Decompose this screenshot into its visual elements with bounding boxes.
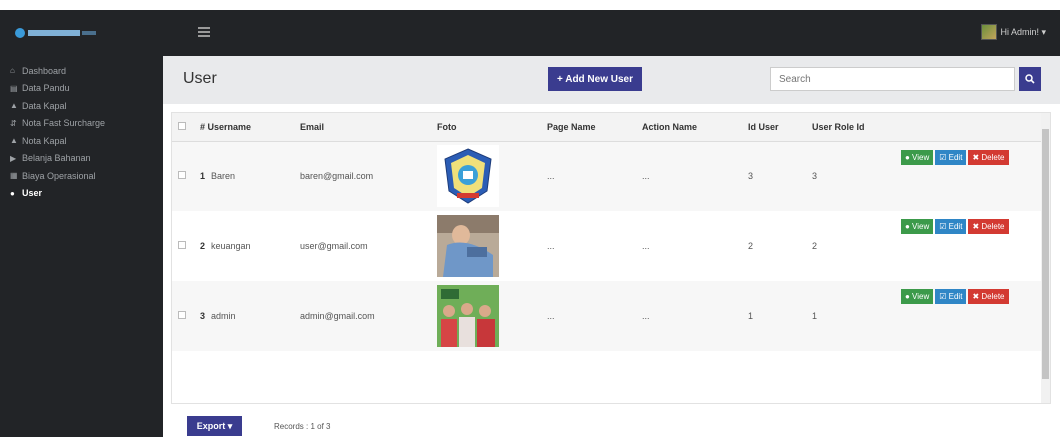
user-table: # Username Email Foto Page Name Action N… bbox=[171, 112, 1051, 404]
role-id-cell: 2 bbox=[812, 241, 818, 251]
row-checkbox[interactable] bbox=[178, 311, 186, 319]
col-username[interactable]: # Username bbox=[194, 113, 294, 142]
scrollbar-thumb[interactable] bbox=[1042, 129, 1049, 379]
view-button[interactable]: ● View bbox=[901, 289, 934, 304]
col-user-role-id[interactable]: User Role Id bbox=[806, 113, 901, 142]
edit-button[interactable]: ☑ Edit bbox=[935, 219, 967, 234]
select-all-header[interactable] bbox=[172, 113, 194, 142]
menu-toggle-icon[interactable] bbox=[198, 27, 210, 38]
user-menu-label: Hi Admin! ▾ bbox=[1000, 26, 1046, 37]
user-menu[interactable]: Hi Admin! ▾ bbox=[981, 23, 1046, 41]
main-content: User + Add New User # Username Email Fot… bbox=[163, 56, 1060, 437]
edit-button[interactable]: ☑ Edit bbox=[935, 149, 967, 165]
sidebar-item-biaya-operasional[interactable]: ▦ Biaya Operasional bbox=[0, 167, 163, 185]
sidebar-item-label: User bbox=[22, 188, 43, 199]
sidebar-item-data-pandu[interactable]: ▤ Data Pandu bbox=[0, 80, 163, 98]
sidebar-item-label: Data Kapal bbox=[22, 100, 67, 111]
page-title: User bbox=[183, 70, 217, 87]
sidebar-item-label: Nota Kapal bbox=[22, 135, 67, 146]
action-name-cell: ... bbox=[642, 311, 650, 321]
table-row: 1 Baren baren@gmail.com ... ... 3 3 ● Vi… bbox=[172, 141, 1050, 211]
delete-button[interactable]: ✖ Delete bbox=[968, 289, 1009, 304]
col-page-name[interactable]: Page Name bbox=[541, 113, 636, 142]
col-foto[interactable]: Foto bbox=[431, 113, 541, 142]
sidebar-item-dashboard[interactable]: ⌂ Dashboard bbox=[0, 62, 163, 80]
select-all-checkbox[interactable] bbox=[178, 121, 186, 130]
user-photo-person[interactable] bbox=[437, 215, 499, 277]
list-icon: ▦ bbox=[10, 171, 18, 181]
chart-icon: ▤ bbox=[10, 83, 18, 93]
ship-icon: ▲ bbox=[10, 136, 18, 146]
username-cell: Baren bbox=[211, 171, 236, 182]
sidebar-item-label: Nota Fast Surcharge bbox=[22, 118, 106, 129]
export-button[interactable]: Export ▾ bbox=[187, 416, 242, 436]
username-cell: admin bbox=[211, 311, 236, 321]
col-email[interactable]: Email bbox=[294, 113, 431, 142]
role-id-cell: 3 bbox=[812, 171, 818, 182]
id-user-cell: 2 bbox=[748, 241, 754, 251]
sidebar-item-label: Data Pandu bbox=[22, 83, 70, 94]
col-actions bbox=[901, 113, 1050, 142]
col-id-user[interactable]: Id User bbox=[742, 113, 806, 142]
add-new-user-button[interactable]: + Add New User bbox=[548, 67, 642, 91]
home-icon: ⌂ bbox=[10, 66, 15, 76]
window-top-strip bbox=[0, 0, 1060, 10]
content-header: User + Add New User bbox=[163, 56, 1060, 104]
row-number: 3 bbox=[200, 311, 206, 321]
sidebar-item-label: Biaya Operasional bbox=[22, 170, 96, 181]
search-input[interactable] bbox=[770, 67, 1015, 91]
role-id-cell: 1 bbox=[812, 311, 818, 321]
row-number: 2 bbox=[200, 241, 206, 251]
delete-button[interactable]: ✖ Delete bbox=[968, 219, 1009, 234]
table-scrollbar[interactable] bbox=[1041, 113, 1050, 403]
table-row: 3 admin admin@gmail.com ... ... 1 1 ● Vi… bbox=[172, 281, 1050, 351]
brand-logo-icon bbox=[15, 28, 96, 38]
view-button[interactable]: ● View bbox=[901, 219, 934, 234]
action-name-cell: ... bbox=[642, 171, 650, 182]
table-header-row: # Username Email Foto Page Name Action N… bbox=[172, 113, 1050, 142]
id-user-cell: 3 bbox=[748, 171, 754, 182]
edit-button[interactable]: ☑ Edit bbox=[935, 289, 967, 304]
sidebar-item-data-kapal[interactable]: ▲ Data Kapal bbox=[0, 97, 163, 115]
cart-icon: ▶ bbox=[10, 153, 17, 163]
sidebar-item-label: Belanja Bahanan bbox=[22, 153, 91, 164]
row-checkbox[interactable] bbox=[178, 171, 186, 180]
email-cell: admin@gmail.com bbox=[300, 311, 375, 321]
sidebar-item-belanja-bahanan[interactable]: ▶ Belanja Bahanan bbox=[0, 150, 163, 168]
avatar bbox=[981, 24, 998, 40]
email-cell: baren@gmail.com bbox=[300, 171, 374, 182]
page-name-cell: ... bbox=[547, 241, 555, 251]
delete-button[interactable]: ✖ Delete bbox=[968, 149, 1009, 165]
table-row: 2 keuangan user@gmail.com ... ... 2 2 ● … bbox=[172, 211, 1050, 281]
top-navbar: Hi Admin! ▾ bbox=[0, 10, 1060, 56]
sidebar-item-label: Dashboard bbox=[22, 65, 67, 76]
table-footer: Export ▾ Records : 1 of 3 bbox=[187, 416, 330, 436]
row-number: 1 bbox=[200, 171, 206, 182]
col-action-name[interactable]: Action Name bbox=[636, 113, 742, 142]
brand[interactable] bbox=[0, 10, 163, 56]
user-photo-group[interactable] bbox=[437, 285, 499, 347]
sidebar-item-nota-kapal[interactable]: ▲ Nota Kapal bbox=[0, 132, 163, 150]
user-photo-logo[interactable] bbox=[437, 145, 499, 208]
action-name-cell: ... bbox=[642, 241, 650, 251]
view-button[interactable]: ● View bbox=[901, 149, 934, 165]
row-checkbox[interactable] bbox=[178, 241, 186, 249]
search-button[interactable] bbox=[1019, 67, 1041, 91]
username-cell: keuangan bbox=[211, 241, 251, 251]
sidebar-item-user[interactable]: ● User bbox=[0, 185, 163, 203]
user-icon: ● bbox=[10, 188, 15, 198]
sidebar-item-nota-fast-surcharge[interactable]: ⇵ Nota Fast Surcharge bbox=[0, 115, 163, 133]
search-icon bbox=[1025, 74, 1035, 84]
sidebar: ⌂ Dashboard ▤ Data Pandu ▲ Data Kapal ⇵ Nota Fa… bbox=[0, 56, 163, 437]
ship-icon: ▲ bbox=[10, 101, 18, 111]
id-user-cell: 1 bbox=[748, 311, 754, 321]
transfer-icon: ⇵ bbox=[10, 118, 17, 128]
page-name-cell: ... bbox=[547, 311, 555, 321]
email-cell: user@gmail.com bbox=[300, 241, 368, 251]
records-info: Records : 1 of 3 bbox=[274, 421, 331, 431]
page-name-cell: ... bbox=[547, 171, 555, 182]
